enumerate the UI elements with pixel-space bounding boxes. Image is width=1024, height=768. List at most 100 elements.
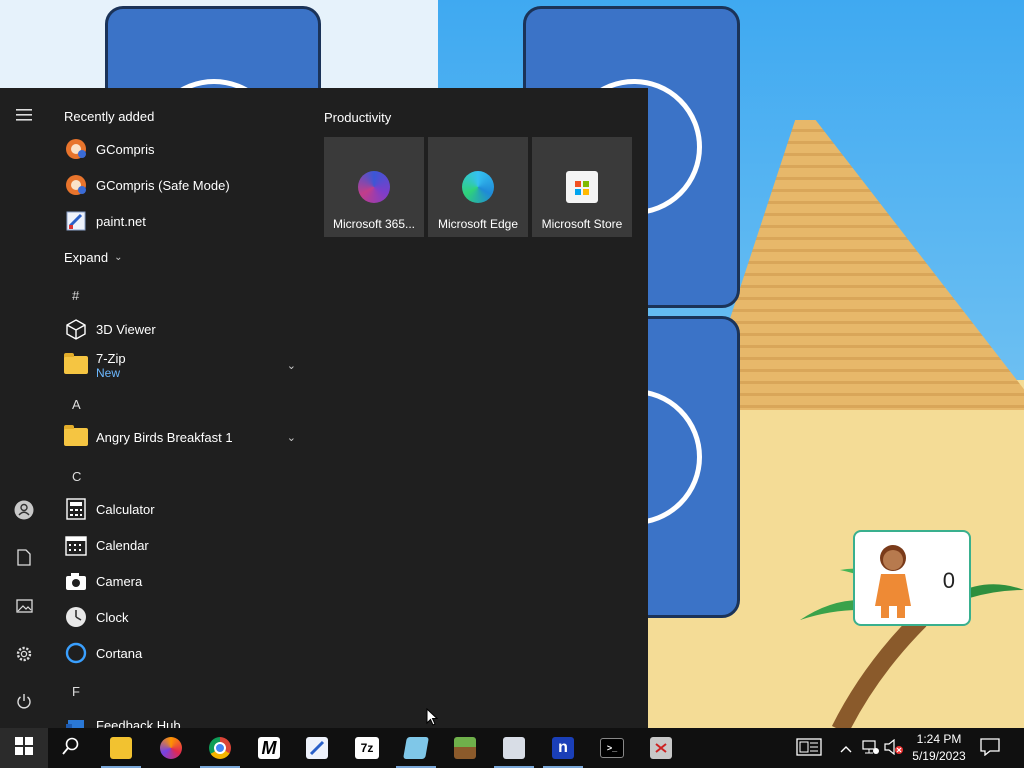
score-panel: 0 xyxy=(853,530,971,626)
character-avatar xyxy=(875,545,911,618)
start-button[interactable] xyxy=(0,728,48,768)
expand-label: Expand xyxy=(64,249,109,265)
network-icon xyxy=(862,739,880,758)
list-item-calendar[interactable]: Calendar xyxy=(64,528,304,562)
app-label: Angry Birds Breakfast 1 xyxy=(96,429,233,445)
app-label: Calendar xyxy=(96,537,149,553)
app-label: 3D Viewer xyxy=(96,321,156,337)
file-explorer-icon xyxy=(110,737,132,759)
recently-added-heading: Recently added xyxy=(64,109,155,124)
folder-icon xyxy=(64,353,88,377)
app-label: Clock xyxy=(96,609,129,625)
firefox-icon xyxy=(160,737,182,759)
taskbar-firefox[interactable] xyxy=(148,728,194,768)
tile-label: Microsoft Store xyxy=(541,217,623,231)
tile-microsoft-store[interactable]: Microsoft Store xyxy=(532,137,632,237)
clock-date: 5/19/2023 xyxy=(912,749,966,763)
taskbar-notepad[interactable] xyxy=(393,728,439,768)
list-item-calculator[interactable]: Calculator xyxy=(64,492,304,526)
taskbar-7zip[interactable]: 7z xyxy=(344,728,390,768)
search-button[interactable] xyxy=(48,728,94,768)
list-item-feedback-hub[interactable]: Feedback Hub xyxy=(64,708,304,728)
start-menu-rail xyxy=(0,88,48,728)
list-item-cortana[interactable]: Cortana xyxy=(64,636,304,670)
network-button[interactable] xyxy=(862,728,880,768)
tile-microsoft-365[interactable]: Microsoft 365... xyxy=(324,137,424,237)
list-item-3d-viewer[interactable]: 3D Viewer xyxy=(64,312,304,346)
camera-icon xyxy=(64,569,88,593)
taskbar-chrome[interactable] xyxy=(197,728,243,768)
notepad-icon xyxy=(403,737,429,759)
list-item-paintnet[interactable]: paint.net xyxy=(64,204,304,238)
taskbar-file-explorer[interactable] xyxy=(98,728,144,768)
list-item-camera[interactable]: Camera xyxy=(64,564,304,598)
pictures-icon xyxy=(15,598,33,618)
news-icon xyxy=(796,737,822,759)
settings-button[interactable] xyxy=(8,640,40,672)
taskbar-app[interactable] xyxy=(638,728,684,768)
document-icon xyxy=(17,549,31,571)
3d-viewer-icon xyxy=(64,317,88,341)
group-header-c[interactable]: C xyxy=(72,469,81,484)
show-hidden-icons-button[interactable] xyxy=(840,728,852,768)
calendar-icon xyxy=(64,533,88,557)
n-app-icon: n xyxy=(552,737,574,759)
paintnet-icon xyxy=(64,209,88,233)
taskbar-m-app[interactable]: M xyxy=(246,728,292,768)
documents-button[interactable] xyxy=(8,544,40,576)
chevron-down-icon: ⌄ xyxy=(286,359,296,372)
start-menu: Recently added GCompris GCompris (Safe M… xyxy=(0,88,648,728)
minecraft-icon xyxy=(454,737,476,759)
productivity-group-title[interactable]: Productivity xyxy=(324,110,391,125)
store-icon xyxy=(566,171,598,203)
paintnet-icon xyxy=(306,737,328,759)
news-widget-button[interactable] xyxy=(796,728,822,768)
app-list: Recently added GCompris GCompris (Safe M… xyxy=(48,88,310,728)
app-label: 7-Zip xyxy=(96,350,126,366)
calculator-icon xyxy=(64,497,88,521)
7zip-icon: 7z xyxy=(355,737,379,759)
taskbar-clock[interactable]: 1:24 PM 5/19/2023 xyxy=(906,731,972,765)
expand-button[interactable]: Expand ⌄ xyxy=(64,240,304,274)
app-label: Calculator xyxy=(96,501,155,517)
app-label: Cortana xyxy=(96,645,143,661)
group-header-hash[interactable]: # xyxy=(72,288,79,303)
folder-icon xyxy=(64,425,88,449)
chevron-down-icon: ⌄ xyxy=(286,431,296,444)
viewer-icon xyxy=(503,737,525,759)
group-header-a[interactable]: A xyxy=(72,397,81,412)
score-value: 0 xyxy=(942,568,955,593)
list-item-7zip-folder[interactable]: 7-Zip New ⌄ xyxy=(64,346,304,384)
app-label: paint.net xyxy=(96,213,146,229)
taskbar-n-app[interactable]: n xyxy=(540,728,586,768)
hamburger-icon xyxy=(16,106,32,126)
list-item-gcompris[interactable]: GCompris xyxy=(64,132,304,166)
chevron-down-icon: ⌄ xyxy=(114,251,123,263)
taskbar-viewer[interactable] xyxy=(491,728,537,768)
terminal-icon: >_ xyxy=(600,738,624,758)
tile-microsoft-edge[interactable]: Microsoft Edge xyxy=(428,137,528,237)
action-center-button[interactable] xyxy=(980,728,1000,768)
app-label: GCompris xyxy=(96,141,155,157)
tile-label: Microsoft Edge xyxy=(437,217,519,231)
taskbar-paintnet[interactable] xyxy=(294,728,340,768)
list-item-angry-birds-folder[interactable]: Angry Birds Breakfast 1 ⌄ xyxy=(64,420,304,454)
app-label: GCompris (Safe Mode) xyxy=(96,177,230,193)
taskbar-minecraft[interactable] xyxy=(442,728,488,768)
pictures-button[interactable] xyxy=(8,592,40,624)
cortana-icon xyxy=(64,641,88,665)
gcompris-icon xyxy=(64,137,88,161)
group-header-f[interactable]: F xyxy=(72,684,80,699)
list-item-gcompris-safe-mode[interactable]: GCompris (Safe Mode) xyxy=(64,168,304,202)
volume-button[interactable] xyxy=(884,728,904,768)
hamburger-menu-button[interactable] xyxy=(8,100,40,132)
search-icon xyxy=(62,737,80,760)
list-item-clock[interactable]: Clock xyxy=(64,600,304,634)
clock-time: 1:24 PM xyxy=(916,732,962,746)
taskbar-terminal[interactable]: >_ xyxy=(589,728,635,768)
chevron-up-icon xyxy=(840,740,852,756)
mouse-cursor-icon xyxy=(426,708,438,726)
app-icon xyxy=(650,737,672,759)
user-account-button[interactable] xyxy=(8,496,40,528)
power-button[interactable] xyxy=(8,688,40,720)
